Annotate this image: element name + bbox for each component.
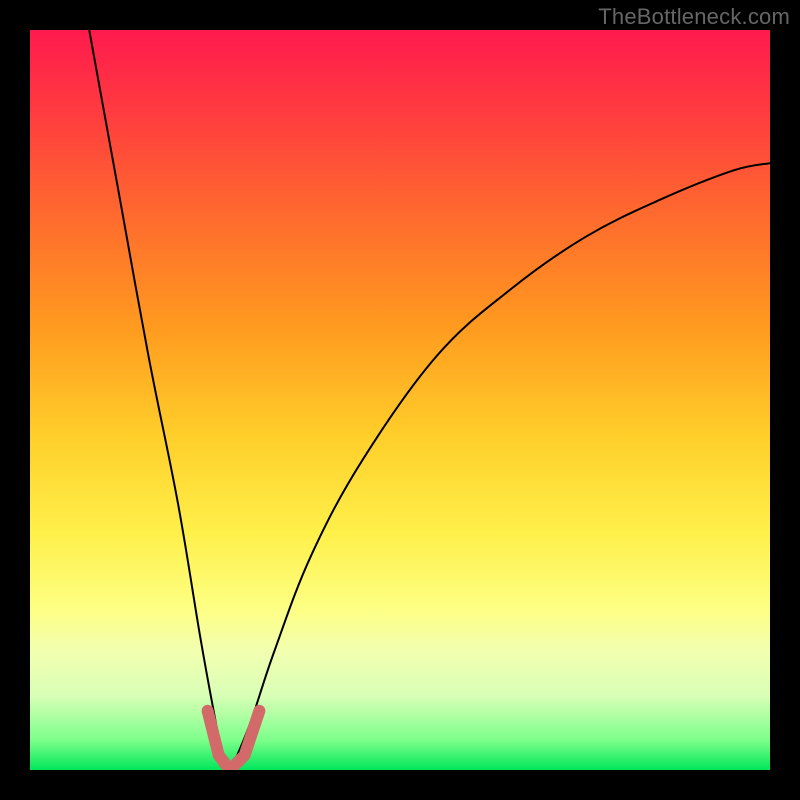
plot-area	[30, 30, 770, 770]
main-curve	[89, 30, 770, 770]
curve-layer	[30, 30, 770, 770]
watermark-text: TheBottleneck.com	[598, 4, 790, 30]
valley-highlight	[208, 711, 260, 770]
